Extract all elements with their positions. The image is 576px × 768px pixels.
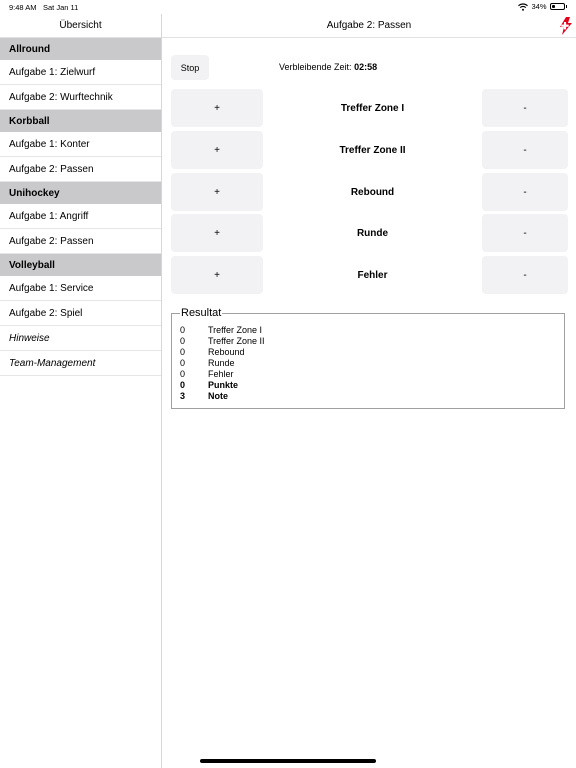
decrement-rebound-button[interactable]: - <box>482 173 568 211</box>
section-unihockey: Unihockey <box>0 182 161 204</box>
result-label: Treffer Zone II <box>208 336 265 346</box>
status-bar: 9:48 AM Sat Jan 11 34% <box>0 0 576 14</box>
battery-percent: 34% <box>531 2 547 11</box>
result-value: 0 <box>180 358 186 368</box>
result-box: Resultat 0 Treffer Zone I 0 Treffer Zone I… <box>171 307 565 409</box>
sidebar: Übersicht Allround Aufgabe 1: Zielwurf A… <box>0 14 162 768</box>
result-row: 0 Treffer Zone II <box>180 336 265 347</box>
decrement-fehler-button[interactable]: - <box>482 256 568 294</box>
status-date: Sat Jan 11 <box>43 3 79 12</box>
sidebar-item-korbball-aufgabe-1[interactable]: Aufgabe 1: Konter <box>0 132 161 157</box>
result-row: 0 Runde <box>180 358 235 369</box>
counter-label: Rebound <box>350 186 395 198</box>
nav-bar: Aufgabe 2: Passen <box>162 14 576 38</box>
timer-value: 02:58 <box>354 62 378 72</box>
result-row: 0 Rebound <box>180 347 245 358</box>
result-label: Punkte <box>208 380 239 390</box>
main-panel: Aufgabe 2: Passen Stop Verbleibende Zeit… <box>162 14 576 768</box>
sidebar-item-unihockey-aufgabe-1[interactable]: Aufgabe 1: Angriff <box>0 204 161 229</box>
result-value: 0 <box>180 325 186 335</box>
section-volleyball: Volleyball <box>0 254 161 276</box>
sidebar-item-korbball-aufgabe-2[interactable]: Aufgabe 2: Passen <box>0 157 161 182</box>
result-value: 0 <box>180 336 186 346</box>
sidebar-item-team-management[interactable]: Team-Management <box>0 351 161 376</box>
sidebar-item-allround-aufgabe-1[interactable]: Aufgabe 1: Zielwurf <box>0 60 161 85</box>
result-row: 0 Treffer Zone I <box>180 325 262 336</box>
status-time: 9:48 AM <box>9 3 37 12</box>
counter-label: Runde <box>356 227 389 239</box>
sidebar-item-volleyball-aufgabe-1[interactable]: Aufgabe 1: Service <box>0 276 161 301</box>
result-row: 0 Fehler <box>180 369 234 380</box>
counter-label: Treffer Zone II <box>339 144 406 156</box>
result-label: Treffer Zone I <box>208 325 263 335</box>
sidebar-item-hinweise[interactable]: Hinweise <box>0 326 161 351</box>
page-title: Aufgabe 2: Passen <box>326 20 412 31</box>
increment-rebound-button[interactable]: + <box>171 173 263 211</box>
wifi-icon <box>518 2 529 11</box>
result-row-punkte: 0 Punkte <box>180 380 238 391</box>
decrement-treffer-zone-1-button[interactable]: - <box>482 89 568 127</box>
result-label: Note <box>208 391 228 401</box>
sidebar-title: Übersicht <box>0 14 161 38</box>
increment-treffer-zone-2-button[interactable]: + <box>171 131 263 169</box>
section-korbball: Korbball <box>0 110 161 132</box>
increment-treffer-zone-1-button[interactable]: + <box>171 89 263 127</box>
counter-row-treffer-zone-2: + Treffer Zone II - <box>171 131 568 169</box>
stop-button[interactable]: Stop <box>171 55 209 80</box>
timer-label: Verbleibende Zeit: <box>279 62 352 72</box>
counter-row-fehler: + Fehler - <box>171 256 568 294</box>
counter-row-runde: + Runde - <box>171 214 568 252</box>
counter-label: Treffer Zone I <box>340 102 405 114</box>
decrement-treffer-zone-2-button[interactable]: - <box>482 131 568 169</box>
result-label: Rebound <box>208 347 245 357</box>
battery-icon <box>549 3 565 10</box>
increment-runde-button[interactable]: + <box>171 214 263 252</box>
result-value: 0 <box>180 369 186 379</box>
decrement-runde-button[interactable]: - <box>482 214 568 252</box>
sidebar-item-allround-aufgabe-2[interactable]: Aufgabe 2: Wurftechnik <box>0 85 161 110</box>
battery-fill <box>551 5 556 8</box>
result-label: Runde <box>208 358 235 368</box>
counter-row-treffer-zone-1: + Treffer Zone I - <box>171 89 568 127</box>
counter-label: Fehler <box>357 269 388 281</box>
counter-row-rebound: + Rebound - <box>171 173 568 211</box>
remaining-time: Verbleibende Zeit: 02:58 <box>279 62 377 72</box>
sport-logo-icon <box>560 17 572 35</box>
status-indicators: 34% <box>518 2 567 11</box>
sidebar-item-unihockey-aufgabe-2[interactable]: Aufgabe 2: Passen <box>0 229 161 254</box>
result-row-note: 3 Note <box>180 391 228 402</box>
section-allround: Allround <box>0 38 161 60</box>
result-legend: Resultat <box>180 307 223 319</box>
result-value: 0 <box>180 347 186 357</box>
result-label: Fehler <box>208 369 234 379</box>
result-value: 3 <box>180 391 186 401</box>
battery-nub <box>565 5 567 8</box>
sidebar-item-volleyball-aufgabe-2[interactable]: Aufgabe 2: Spiel <box>0 301 161 326</box>
increment-fehler-button[interactable]: + <box>171 256 263 294</box>
home-indicator[interactable] <box>200 759 376 763</box>
result-value: 0 <box>180 380 186 390</box>
